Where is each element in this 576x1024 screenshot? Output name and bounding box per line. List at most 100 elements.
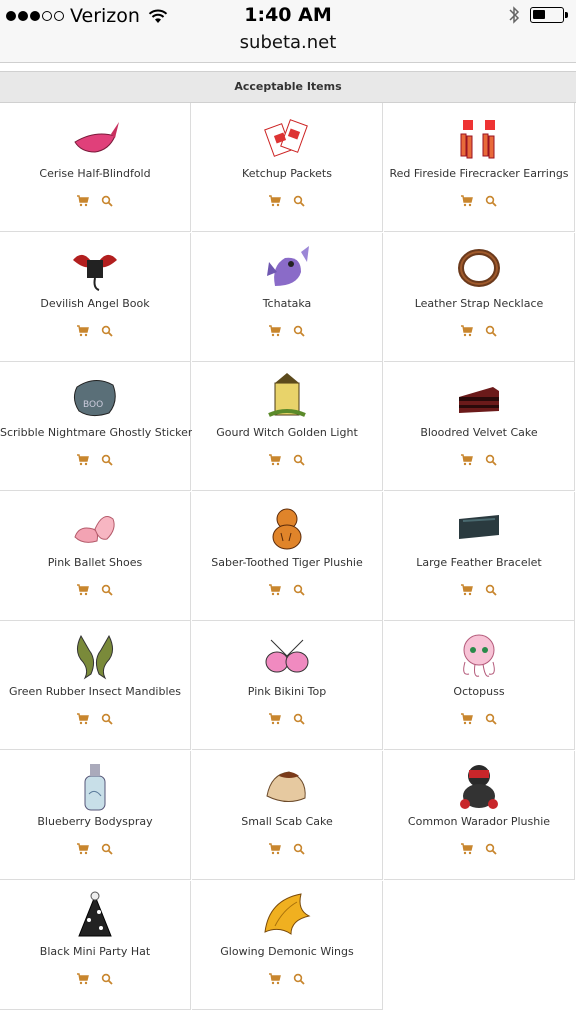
devil-book-icon[interactable] [69, 242, 121, 294]
ketchup-icon[interactable] [261, 112, 313, 164]
item-name[interactable]: Green Rubber Insect Mandibles [0, 685, 190, 698]
search-icon[interactable] [101, 325, 113, 337]
shopping-cart-icon[interactable] [269, 195, 281, 207]
item-card[interactable]: Pink Ballet Shoes [0, 491, 191, 621]
shopping-cart-icon[interactable] [461, 584, 473, 596]
lantern-icon[interactable] [261, 371, 313, 423]
tchataka-icon[interactable] [261, 242, 313, 294]
item-card[interactable]: Green Rubber Insect Mandibles [0, 621, 191, 751]
item-name[interactable]: Common Warador Plushie [384, 815, 574, 828]
search-icon[interactable] [485, 584, 497, 596]
search-icon[interactable] [293, 713, 305, 726]
item-card[interactable]: Red Fireside Firecracker Earrings [384, 103, 575, 232]
firecracker-icon[interactable] [453, 112, 505, 164]
shopping-cart-icon[interactable] [269, 584, 281, 596]
search-icon[interactable] [293, 584, 305, 596]
search-icon[interactable] [293, 843, 305, 855]
item-name[interactable]: Octopuss [384, 685, 574, 698]
shopping-cart-icon[interactable] [461, 195, 473, 207]
item-card[interactable]: Blueberry Bodyspray [0, 751, 191, 880]
tiger-plushie-icon[interactable] [261, 501, 313, 553]
shopping-cart-icon[interactable] [77, 324, 89, 337]
item-name[interactable]: Cerise Half-Blindfold [0, 167, 190, 180]
item-card[interactable]: Tchataka [192, 232, 383, 362]
search-icon[interactable] [101, 195, 113, 207]
blindfold-icon[interactable] [69, 112, 121, 164]
shopping-cart-icon[interactable] [77, 972, 89, 985]
search-icon[interactable] [485, 454, 497, 466]
item-name[interactable]: Red Fireside Firecracker Earrings [384, 167, 574, 180]
item-card[interactable]: Gourd Witch Golden Light [192, 362, 383, 492]
shopping-cart-icon[interactable] [77, 713, 89, 725]
search-icon[interactable] [485, 843, 497, 855]
search-icon[interactable] [101, 843, 113, 855]
item-name[interactable]: Scribble Nightmare Ghostly Sticker [0, 426, 192, 439]
shopping-cart-icon[interactable] [269, 713, 281, 725]
item-card[interactable]: BOO Scribble Nightmare Ghostly Sticker [0, 362, 192, 492]
shopping-cart-icon[interactable] [77, 454, 89, 466]
bodyspray-icon[interactable] [69, 760, 121, 812]
item-card[interactable]: Ketchup Packets [192, 103, 383, 232]
item-card[interactable]: Glowing Demonic Wings [192, 880, 383, 1010]
shopping-cart-icon[interactable] [461, 324, 473, 337]
item-name[interactable]: Leather Strap Necklace [384, 297, 574, 310]
item-card[interactable]: Small Scab Cake [192, 751, 383, 880]
search-icon[interactable] [485, 195, 497, 207]
shopping-cart-icon[interactable] [461, 843, 473, 855]
bracelet-icon[interactable] [453, 501, 505, 553]
shopping-cart-icon[interactable] [269, 843, 281, 855]
wings-icon[interactable] [261, 890, 313, 942]
bikini-icon[interactable] [261, 630, 313, 682]
shopping-cart-icon[interactable] [269, 454, 281, 466]
item-name[interactable]: Pink Ballet Shoes [0, 556, 190, 569]
sticker-icon[interactable]: BOO [69, 371, 121, 423]
item-name[interactable]: Bloodred Velvet Cake [384, 426, 574, 439]
scab-cake-icon[interactable] [261, 760, 313, 812]
ballet-shoes-icon[interactable] [69, 501, 121, 553]
item-card[interactable]: Common Warador Plushie [384, 751, 575, 880]
item-card[interactable]: Large Feather Bracelet [384, 491, 575, 621]
item-card[interactable]: Leather Strap Necklace [384, 232, 575, 362]
search-icon[interactable] [101, 454, 113, 466]
shopping-cart-icon[interactable] [269, 324, 281, 337]
item-name[interactable]: Ketchup Packets [192, 167, 382, 180]
address-bar[interactable]: subeta.net [0, 30, 576, 63]
shopping-cart-icon[interactable] [77, 843, 89, 855]
item-name[interactable]: Devilish Angel Book [0, 297, 190, 310]
item-name[interactable]: Small Scab Cake [192, 815, 382, 828]
search-icon[interactable] [293, 195, 305, 207]
item-card[interactable]: Devilish Angel Book [0, 232, 191, 362]
search-icon[interactable] [293, 973, 305, 985]
shopping-cart-icon[interactable] [77, 195, 89, 207]
warador-plushie-icon[interactable] [453, 760, 505, 812]
shopping-cart-icon[interactable] [77, 584, 89, 596]
necklace-icon[interactable] [453, 242, 505, 294]
item-name[interactable]: Large Feather Bracelet [384, 556, 574, 569]
search-icon[interactable] [101, 584, 113, 596]
search-icon[interactable] [101, 713, 113, 726]
party-hat-icon[interactable] [69, 890, 121, 942]
shopping-cart-icon[interactable] [461, 454, 473, 466]
cake-icon[interactable] [453, 371, 505, 423]
mandibles-icon[interactable] [69, 630, 121, 682]
item-card[interactable]: Pink Bikini Top [192, 621, 383, 751]
search-icon[interactable] [485, 325, 497, 337]
item-card[interactable]: Octopuss [384, 621, 575, 751]
item-name[interactable]: Gourd Witch Golden Light [192, 426, 382, 439]
item-name[interactable]: Saber-Toothed Tiger Plushie [192, 556, 382, 569]
shopping-cart-icon[interactable] [461, 713, 473, 725]
octopuss-icon[interactable] [453, 630, 505, 682]
url-text[interactable]: subeta.net [0, 32, 576, 53]
item-name[interactable]: Tchataka [192, 297, 382, 310]
search-icon[interactable] [293, 454, 305, 466]
search-icon[interactable] [101, 973, 113, 985]
item-name[interactable]: Black Mini Party Hat [0, 945, 190, 958]
search-icon[interactable] [485, 713, 497, 726]
item-card[interactable]: Black Mini Party Hat [0, 880, 191, 1010]
item-card[interactable]: Cerise Half-Blindfold [0, 103, 191, 232]
item-card[interactable]: Saber-Toothed Tiger Plushie [192, 491, 383, 621]
item-name[interactable]: Glowing Demonic Wings [192, 945, 382, 958]
item-card[interactable]: Bloodred Velvet Cake [384, 362, 575, 492]
item-name[interactable]: Blueberry Bodyspray [0, 815, 190, 828]
search-icon[interactable] [293, 325, 305, 337]
